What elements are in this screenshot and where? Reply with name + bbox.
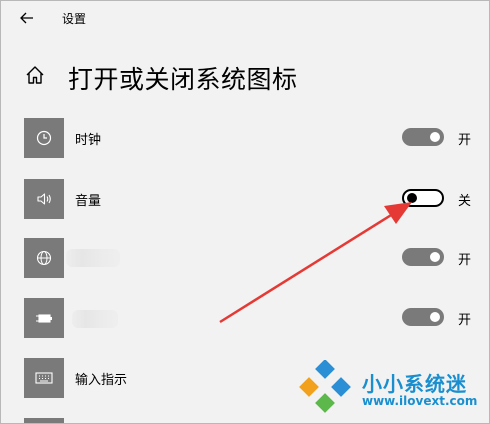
globe-icon	[36, 250, 52, 266]
page-title: 打开或关闭系统图标	[68, 65, 298, 94]
network-toggle[interactable]	[402, 248, 444, 266]
power-icon	[36, 314, 52, 323]
home-icon	[26, 66, 44, 84]
clock-toggle[interactable]	[402, 128, 444, 146]
power-state: 开	[458, 313, 472, 328]
toggle-knob	[407, 193, 417, 203]
network-state: 开	[458, 253, 472, 268]
toggle-knob	[430, 132, 440, 142]
back-arrow-icon	[20, 12, 33, 24]
power-icon-tile	[24, 298, 64, 338]
toggle-knob	[430, 312, 440, 322]
system-icon-row-network: 开	[0, 238, 490, 278]
volume-toggle[interactable]	[402, 189, 444, 207]
system-icon-row-power: 开	[0, 298, 490, 338]
home-button[interactable]	[24, 64, 46, 86]
clock-icon-tile	[24, 118, 64, 158]
keyboard-icon-tile	[24, 358, 64, 398]
watermark-url: www.ilovext.com	[362, 394, 478, 408]
window-title: 设置	[62, 12, 87, 26]
toggle-knob	[430, 252, 440, 262]
watermark: 小小系统迷 www.ilovext.com	[296, 359, 486, 418]
blurred-label	[66, 249, 120, 267]
clock-label: 时钟	[75, 133, 102, 148]
volume-icon-tile	[24, 179, 64, 219]
keyboard-icon	[35, 372, 53, 384]
blurred-label	[72, 310, 118, 328]
network-icon-tile	[24, 238, 64, 278]
next-row-icon-tile	[24, 418, 64, 424]
volume-icon	[37, 193, 51, 205]
input-indicator-label: 输入指示	[75, 373, 128, 388]
clock-icon	[36, 130, 52, 146]
volume-state: 关	[458, 194, 472, 209]
volume-label: 音量	[75, 194, 102, 209]
back-button[interactable]	[18, 9, 36, 27]
clock-state: 开	[458, 133, 472, 148]
watermark-text: 小小系统迷	[362, 372, 467, 396]
power-toggle[interactable]	[402, 308, 444, 326]
system-icon-row-volume: 音量 关	[0, 179, 490, 219]
watermark-logo-icon	[299, 359, 351, 413]
system-icon-row-clock: 时钟 开	[0, 118, 490, 158]
